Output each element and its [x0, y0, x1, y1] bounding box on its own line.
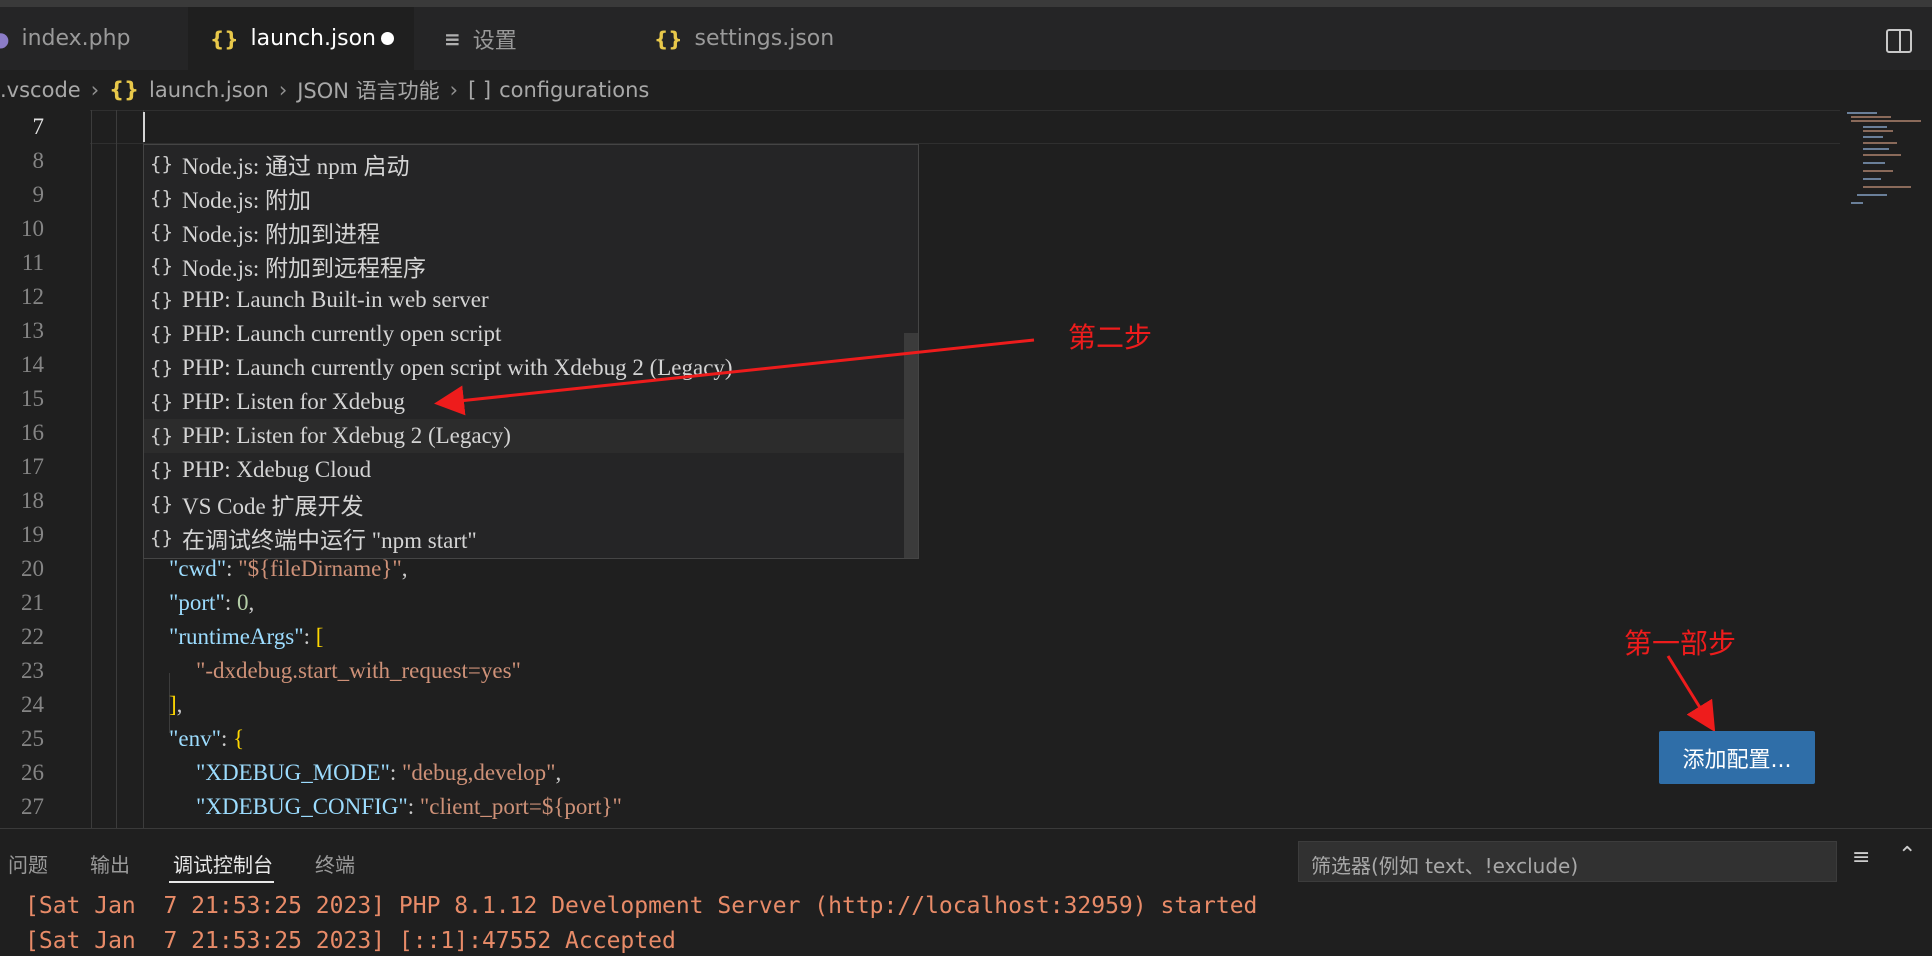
- bottom-panel: 问题 输出 调试控制台 终端 筛选器(例如 text、!exclude) ≡ ⌃…: [0, 829, 1932, 956]
- annotation-arrows: [434, 338, 1716, 733]
- panel-tab-problems[interactable]: 问题: [8, 849, 48, 878]
- arrow-to-add-config: [1666, 655, 1716, 733]
- filter-input[interactable]: 筛选器(例如 text、!exclude): [1298, 841, 1837, 882]
- panel-tab-terminal[interactable]: 终端: [315, 849, 355, 878]
- panel-tab-debug-console[interactable]: 调试控制台: [173, 849, 273, 878]
- arrow-to-listen-for-xdebug: [434, 338, 1035, 416]
- clear-console-icon[interactable]: ≡: [1852, 845, 1870, 870]
- active-tab-underline: [169, 881, 274, 883]
- console-output-line: [Sat Jan 7 21:53:25 2023] [::1]:47552 Ac…: [25, 928, 676, 954]
- chevron-up-icon[interactable]: ⌃: [1898, 843, 1916, 868]
- panel-tab-output[interactable]: 输出: [90, 849, 130, 878]
- console-output-line: [Sat Jan 7 21:53:25 2023] PHP 8.1.12 Dev…: [25, 893, 1258, 919]
- add-configuration-button[interactable]: 添加配置...: [1659, 731, 1815, 784]
